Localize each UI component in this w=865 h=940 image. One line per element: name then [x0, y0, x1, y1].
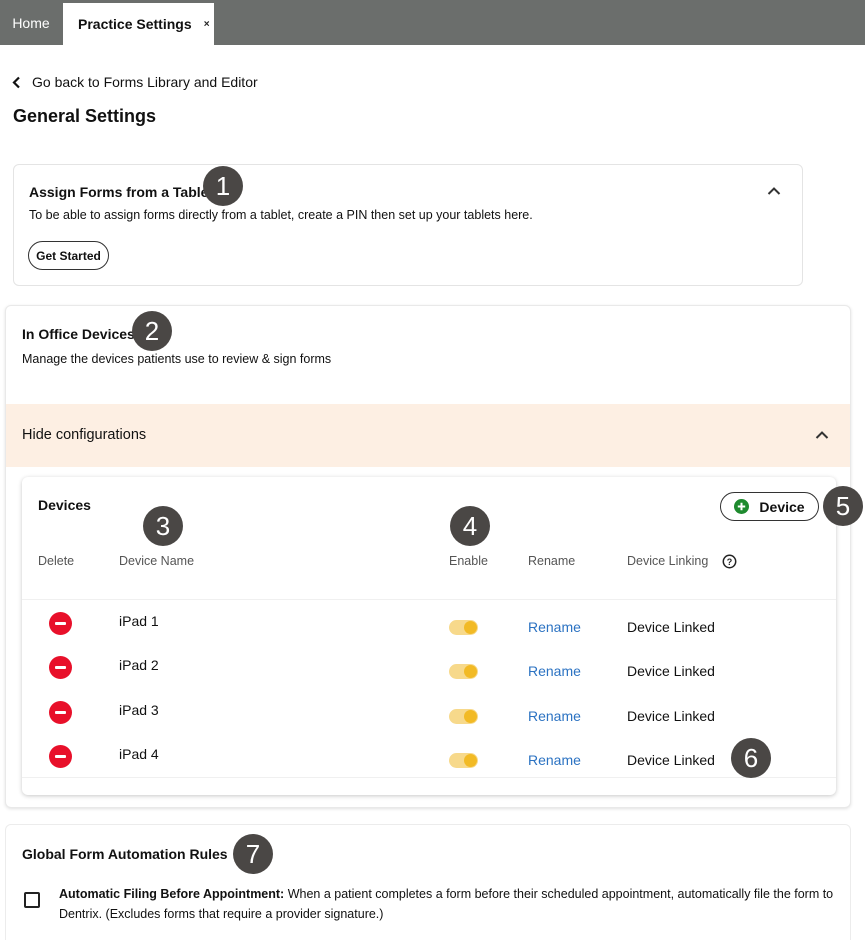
back-link[interactable]: Go back to Forms Library and Editor: [12, 74, 258, 90]
delete-icon[interactable]: [49, 656, 72, 679]
enable-toggle[interactable]: [449, 709, 478, 724]
tab-home[interactable]: Home: [0, 0, 62, 45]
column-header-enable: Enable: [449, 554, 488, 568]
enable-toggle[interactable]: [449, 664, 478, 679]
device-link-status: Device Linked: [627, 663, 715, 679]
svg-text:?: ?: [727, 557, 733, 567]
page-title: General Settings: [13, 106, 157, 126]
callout-badge: 2: [132, 311, 172, 351]
callout-badge: 1: [203, 166, 243, 206]
auto-filing-checkbox[interactable]: [24, 892, 40, 908]
chevron-left-icon: [12, 76, 20, 88]
auto-filing-rule-label: Automatic Filing Before Appointment:: [59, 887, 285, 901]
callout-badge: 3: [143, 506, 183, 546]
help-circle-icon[interactable]: ?: [722, 554, 737, 569]
device-link-status: Device Linked: [627, 619, 715, 635]
devices-panel-title: Devices: [38, 497, 91, 513]
device-link-status: Device Linked: [627, 708, 715, 724]
tab-practice-settings-label: Practice Settings: [78, 16, 192, 32]
config-toggle-bar[interactable]: Hide configurations: [6, 404, 850, 467]
close-icon[interactable]: ×: [200, 17, 214, 31]
devices-card-title: In Office Devices: [22, 326, 135, 342]
callout-badge: 5: [823, 486, 863, 526]
tablet-card-description: To be able to assign forms directly from…: [29, 208, 533, 222]
device-name: iPad 4: [119, 746, 159, 762]
enable-toggle[interactable]: [449, 753, 478, 768]
auto-filing-rule-text: Automatic Filing Before Appointment: Whe…: [59, 884, 834, 924]
get-started-button[interactable]: Get Started: [28, 241, 109, 270]
devices-card-description: Manage the devices patients use to revie…: [22, 352, 332, 366]
tab-bar: Home Practice Settings ×: [0, 0, 865, 45]
tab-home-label: Home: [12, 14, 50, 31]
column-header-device-name: Device Name: [119, 554, 195, 568]
plus-circle-icon: [734, 499, 750, 514]
add-device-button[interactable]: Device: [720, 492, 819, 521]
device-link-status: Device Linked: [627, 752, 715, 768]
chevron-up-icon[interactable]: [815, 430, 829, 440]
back-link-label: Go back to Forms Library and Editor: [32, 74, 258, 90]
enable-toggle[interactable]: [449, 620, 478, 635]
device-name: iPad 2: [119, 657, 159, 673]
rename-link[interactable]: Rename: [528, 663, 581, 679]
rename-link[interactable]: Rename: [528, 619, 581, 635]
row-divider: [22, 777, 836, 778]
chevron-up-icon[interactable]: [767, 186, 781, 196]
add-device-label: Device: [759, 498, 805, 515]
rename-link[interactable]: Rename: [528, 752, 581, 768]
tablet-card: Assign Forms from a Tablet To be able to…: [13, 164, 803, 286]
delete-icon[interactable]: [49, 701, 72, 724]
device-name: iPad 1: [119, 613, 159, 629]
row-divider: [22, 599, 836, 600]
delete-icon[interactable]: [49, 745, 72, 768]
config-toggle-label: Hide configurations: [22, 427, 147, 443]
tab-practice-settings[interactable]: Practice Settings ×: [63, 0, 214, 45]
global-rules-card: Global Form Automation Rules Automatic F…: [5, 824, 851, 940]
delete-icon[interactable]: [49, 612, 72, 635]
rename-link[interactable]: Rename: [528, 708, 581, 724]
callout-badge: 4: [450, 506, 490, 546]
rules-card-title: Global Form Automation Rules: [22, 846, 228, 862]
in-office-devices-card: In Office Devices Manage the devices pat…: [5, 305, 851, 808]
tablet-card-title: Assign Forms from a Tablet: [29, 184, 214, 200]
column-header-delete: Delete: [38, 554, 75, 568]
column-header-device-linking: Device Linking: [627, 554, 709, 568]
column-header-rename: Rename: [528, 554, 576, 568]
callout-badge: 7: [233, 834, 273, 874]
callout-badge: 6: [731, 738, 771, 778]
device-name: iPad 3: [119, 702, 159, 718]
